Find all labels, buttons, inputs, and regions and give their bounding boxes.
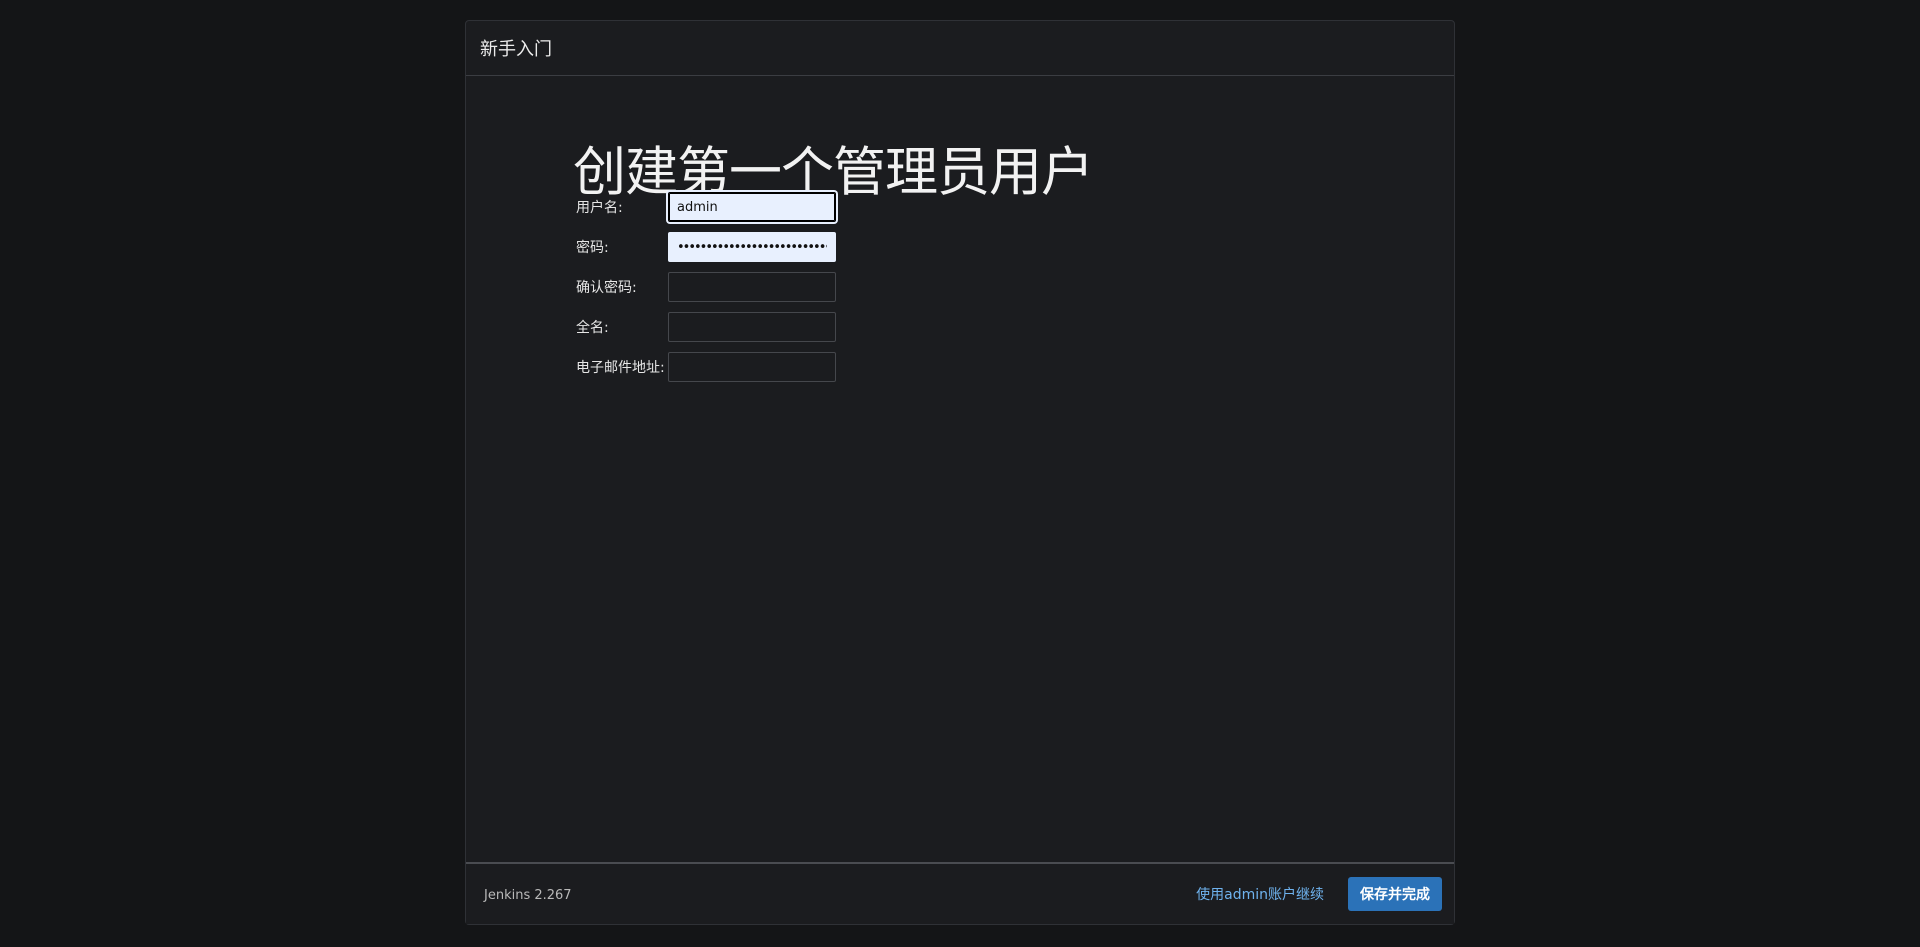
continue-as-admin-link[interactable]: 使用admin账户继续 (1196, 884, 1324, 904)
dialog-footer: Jenkins 2.267 使用admin账户继续 保存并完成 (466, 862, 1454, 924)
email-input[interactable] (668, 352, 836, 382)
confirm-password-label: 确认密码: (576, 280, 637, 296)
create-admin-form: 用户名: 密码: 确认密码: 全名: 电子邮件地址: (576, 192, 836, 392)
fullname-input[interactable] (668, 312, 836, 342)
setup-wizard-dialog: 新手入门 创建第一个管理员用户 用户名: 密码: 确认密码: 全名: 电子邮件地… (465, 20, 1455, 925)
form-row-email: 电子邮件地址: (576, 352, 836, 382)
fullname-label: 全名: (576, 320, 609, 336)
form-row-confirm-password: 确认密码: (576, 272, 836, 302)
save-and-finish-button[interactable]: 保存并完成 (1348, 877, 1442, 911)
email-label: 电子邮件地址: (576, 360, 665, 376)
confirm-password-input[interactable] (668, 272, 836, 302)
jenkins-version: Jenkins 2.267 (484, 888, 572, 903)
form-row-fullname: 全名: (576, 312, 836, 342)
dialog-header-title: 新手入门 (480, 39, 552, 60)
username-input[interactable] (668, 192, 836, 222)
form-row-password: 密码: (576, 232, 836, 262)
form-row-username: 用户名: (576, 192, 836, 222)
password-input[interactable] (668, 232, 836, 262)
dialog-header: 新手入门 (466, 21, 1454, 76)
dialog-body: 创建第一个管理员用户 用户名: 密码: 确认密码: 全名: 电子邮件地址: (466, 76, 1454, 884)
username-label: 用户名: (576, 200, 623, 216)
password-label: 密码: (576, 240, 609, 256)
